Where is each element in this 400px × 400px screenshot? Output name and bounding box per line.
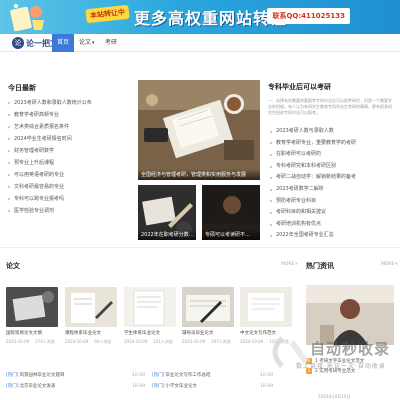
hot-image[interactable] [306,285,394,345]
list-item[interactable]: 专科考研究和本科考研区别 [268,161,394,173]
nav-papers-label: 论文 [79,39,92,46]
thumb-caption-1: 2022年在职考研分数… [138,229,196,240]
list-item[interactable]: 考研培训机构有优点 [268,219,394,231]
list-item[interactable]: 2022年全国考研专业汇总 [268,230,394,242]
featured-thumb-1[interactable]: 2022年在职考研分数… [138,185,196,240]
list-item[interactable]: 在职考研可以考研的 [268,149,394,161]
featured-thumb-2[interactable]: 专硕可以考读研不… [202,185,260,240]
section-divider [0,247,400,248]
right-feature-desc: 一、选择有所需要的要报考专科毕业后可以报考研究，但是一个需要学分的时候，有人认为… [268,98,392,115]
latest-list: 2023考研人数和录取人数统计公布 教育学考研高频专业 艺术类综合素质报名条件 … [6,97,132,217]
thumb-caption-2: 专硕可以考读研不… [202,229,260,240]
banner-title: 更多高权重网站转让 [134,9,288,28]
cartoon-illustration [10,4,44,32]
bullet-icon [270,200,272,203]
list-item[interactable]: 财务管理考研数学 [6,145,132,157]
featured-image[interactable]: 全国经济与管理考研，管理类和实用服务与发展 [138,80,260,180]
paper-thumb [124,287,176,327]
list-item[interactable]: [热门] 北京毕业论文发表 10-09 [6,381,146,392]
latest-title: 今日最新 [8,84,36,92]
list-item[interactable]: 2023考研人数与录取人数 [268,126,394,138]
watermark-subtext: 数上链接·来访一次·自动收录 [296,363,386,370]
paper-thumb [65,287,117,327]
hot-title: 热门资讯 [306,262,334,270]
list-item[interactable]: [热门] 风景园林毕业论文题目 10-09 [6,370,146,381]
featured-caption: 全国经济与管理考研，管理类和实用服务与发展 [138,169,260,180]
bullet-icon [8,126,10,128]
right-list: 2023考研人数与录取人数 教育学考研专业，重要教育学的考研 在职考研可以考研的… [268,126,394,242]
bullet-icon [270,165,272,168]
bullet-icon [270,177,272,180]
nav-kaoyan[interactable]: 考研 [100,34,122,52]
list-item[interactable]: 预防考研专业科目 [268,196,394,208]
paper-card[interactable]: 课程体系毕业论文 2024-10-09 90人浏览 [65,287,117,345]
bullet-icon [270,153,272,156]
list-item[interactable]: 教育学考研专业，重要教育学的考研 [268,138,394,150]
chevron-down-icon: ▾ [92,40,95,46]
bullet-icon [8,138,10,140]
hot-more-link[interactable]: MORE+ [381,262,398,267]
right-feature-title[interactable]: 专科毕业后可以考研 [268,82,331,92]
papers-title: 论文 [6,262,20,270]
nav-papers[interactable]: 论文▾ [74,34,100,52]
bullet-icon [270,223,272,226]
bullet-icon [8,198,10,200]
list-item[interactable]: 2023考研人数和录取人数统计公布 [6,97,132,109]
bullet-icon [270,235,272,238]
nav-home[interactable]: 首页 [52,34,75,52]
list-item[interactable]: 考研科目的和相关建议 [268,207,394,219]
papers-list-left: [热门] 风景园林毕业论文题目 10-09 [热门] 北京毕业论文发表 10-09 [6,370,146,392]
bullet-icon [8,210,10,212]
top-banner-ad[interactable]: 本站转让中 更多高权重网站转让 联系QQ:411025133 [0,0,400,34]
list-item[interactable]: 文科考研最容易的专业 [6,181,132,193]
list-item[interactable]: 考研二战自动学：解锁新结果的备考 [268,172,394,184]
bullet-icon [8,102,10,104]
paper-thumb [182,287,234,327]
paper-card[interactable]: 辅导员毕业论文 2024-10-09 197人浏览 [182,287,234,345]
hot-date: 2024年10月10日 [318,394,351,399]
bullet-icon [8,114,10,116]
bullet-icon [8,150,10,152]
watermark-text: 自动秒收录 [310,340,391,358]
papers-list-right: [热门] 毕业论文写作工作总结 10-09 [热门] 小学文毕业论文 10-09 [152,370,282,392]
list-item[interactable]: 艺术类综合素质报名条件 [6,121,132,133]
paper-card[interactable]: 学生体育毕业论文 2024-10-09 101人浏览 [124,287,176,345]
bullet-icon [270,142,272,145]
paper-thumb [240,287,292,327]
sale-tag: 本站转让中 [85,4,130,24]
paper-card[interactable]: 国际贸易论文大纲 2024-10-09 274人浏览 [6,287,58,345]
bullet-icon [270,130,272,133]
bullet-icon [8,186,10,188]
woman-photo [306,285,394,345]
bullet-icon [8,174,10,176]
list-item[interactable]: 2024毕业生考研报名时间 [6,133,132,145]
list-item[interactable]: 可以用英语考研的专业 [6,169,132,181]
list-item[interactable]: 医学检验专业调剂 [6,205,132,217]
list-item[interactable]: 2023考研数学二解析 [268,184,394,196]
list-item[interactable]: [热门] 小学文毕业论文 10-09 [152,381,282,392]
list-item[interactable]: 预专业上升后课程 [6,157,132,169]
papers-more-link[interactable]: MORE+ [281,262,298,267]
paper-card[interactable]: 中文论文写作范文 2024-10-09 110人浏览 [240,287,292,345]
logo-mark-icon: 论 [12,37,24,49]
contact-qq: 联系QQ:411025133 [267,8,350,24]
list-item[interactable]: 教育学考研高频专业 [6,109,132,121]
list-item[interactable]: 专科可以跨专业报考吗 [6,193,132,205]
bullet-icon [270,188,272,191]
desk-photo [138,80,260,180]
paper-thumb [6,287,58,327]
bullet-icon [270,211,272,214]
list-item[interactable]: [热门] 毕业论文写作工作总结 10-09 [152,370,282,381]
bullet-icon [8,162,10,164]
main-nav: 论 论一把文网 首页 论文▾ 考研 [0,34,400,52]
